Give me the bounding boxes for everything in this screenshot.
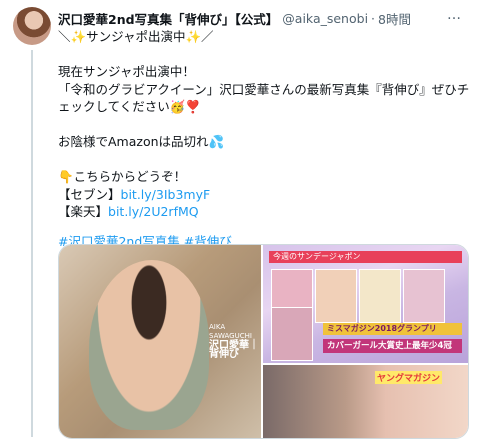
thread-line [31,50,33,437]
timestamp[interactable]: 8時間 [378,9,411,28]
media-grid: AIKA SAWAGUCHI 沢口愛華｜背伸び 今週のサンデージャポン ミスマガ… [58,244,469,439]
link-label-seven: 【セブン】 [58,186,121,202]
tweet-line: ェックしてください🥳❣️ [58,99,201,114]
book-caption: AIKA SAWAGUCHI 沢口愛華｜背伸び [209,323,261,360]
tweet-line: 現在サンジャポ出演中！ [58,64,195,79]
book-caption-big: 沢口愛華｜背伸び [209,340,259,360]
author-name[interactable]: 沢口愛華2nd写真集「背伸び」【公式】 [58,9,278,28]
link-row-seven: 【セブン】bit.ly/3Ib3myF [58,186,468,204]
link-rakuten[interactable]: bit.ly/2U2rfMQ [108,204,199,219]
link-row-rakuten: 【楽天】bit.ly/2U2rfMQ [58,203,468,221]
tweet-line: ＼✨サンジャポ出演中✨／ [58,29,214,44]
more-options-icon[interactable]: … [447,8,462,22]
avatar[interactable] [13,7,51,45]
tweet-line: 👇こちらからどうぞ！ [58,169,187,184]
tv-banner-mid: ミスマガジン2018グランプリ [323,323,462,335]
tweet-line: お陰様でAmazonは品切れ💦 [58,134,225,149]
magazine-title: ヤングマガジン [375,371,443,384]
tv-banner-bottom: カバーガール大賞史上最年少4冠 [323,339,462,353]
link-label-rakuten: 【楽天】 [58,204,109,219]
tv-banner-top: 今週のサンデージャポン [269,251,462,263]
author-handle[interactable]: @aika_senobi [282,11,368,26]
tweet-line: 「令和のグラビアクイーン」沢口愛華さんの最新写真集『背伸び』ぜひチ [58,81,470,97]
photo-tv-screen[interactable]: 今週のサンデージャポン ミスマガジン2018グランプリ カバーガール大賞史上最年… [263,245,468,363]
link-seven[interactable]: bit.ly/3Ib3myF [121,187,211,202]
tweet-header: 沢口愛華2nd写真集「背伸び」【公式】 @aika_senobi · 8時間 [58,8,452,28]
photo-magazine[interactable]: ヤングマガジン [263,365,468,438]
book-caption-small: AIKA SAWAGUCHI [209,323,252,340]
separator: · [371,10,376,26]
photo-book-cover[interactable]: AIKA SAWAGUCHI 沢口愛華｜背伸び [59,245,261,438]
tweet-body: ＼✨サンジャポ出演中✨／ 現在サンジャポ出演中！ 「令和のグラビアクイーン」沢口… [58,28,470,250]
